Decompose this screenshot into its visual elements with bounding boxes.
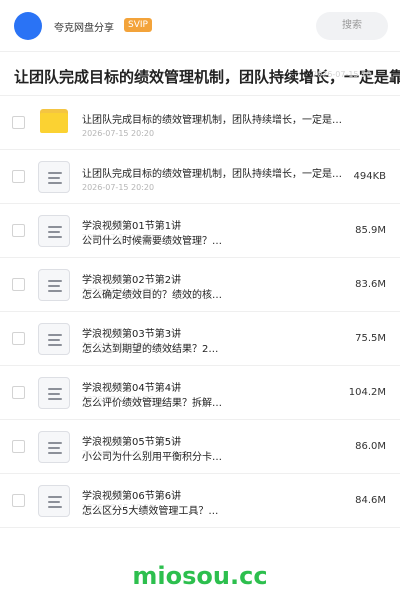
file-name: 让团队完成目标的绩效管理机制，团队持续增长，一定是… <box>82 169 342 180</box>
file-size: 86.0M <box>355 441 386 452</box>
row-checkbox[interactable] <box>12 332 25 345</box>
file-size: 84.6M <box>355 495 386 506</box>
svip-badge: SVIP <box>124 18 152 32</box>
share-date: 2026-07-15 20 <box>312 70 372 79</box>
avatar[interactable] <box>14 12 42 40</box>
row-checkbox[interactable] <box>12 278 25 291</box>
row-checkbox[interactable] <box>12 494 25 507</box>
file-name: 学浪视频第04节第4讲 <box>82 383 182 394</box>
app-name: 夸克网盘分享 <box>54 23 114 34</box>
file-date: 2026-07-15 20:20 <box>82 129 155 138</box>
list-item[interactable]: 让团队完成目标的绩效管理机制，团队持续增长，一定是… 2026-07-15 20… <box>0 96 400 150</box>
list-item[interactable]: 学浪视频第06节第6讲 2026-07-15 20:20 怎么区分5大绩效管理工… <box>0 474 400 528</box>
file-size: 85.9M <box>355 225 386 236</box>
list-item[interactable]: 学浪视频第01节第1讲 2026-07-15 20:20 公司什么时候需要绩效管… <box>0 204 400 258</box>
file-name: 学浪视频第05节第5讲 <box>82 437 182 448</box>
file-size: 75.5M <box>355 333 386 344</box>
file-size: 83.6M <box>355 279 386 290</box>
top-bar: 夸克网盘分享 SVIP 搜索 <box>0 0 400 52</box>
file-size: 104.2M <box>348 387 386 398</box>
search-button[interactable]: 搜索 <box>316 12 388 40</box>
list-item[interactable]: 学浪视频第03节第3讲 2026-07-15 20:20 怎么达到期望的绩效结果… <box>0 312 400 366</box>
folder-icon <box>40 109 68 133</box>
video-file-icon <box>38 323 70 355</box>
list-item[interactable]: 学浪视频第04节第4讲 2026-07-15 20:20 怎么评价绩效管理结果？… <box>0 366 400 420</box>
file-name: 学浪视频第01节第1讲 <box>82 221 182 232</box>
file-subtitle: 怎么评价绩效管理结果？拆解… <box>82 398 222 409</box>
file-name: 学浪视频第03节第3讲 <box>82 329 182 340</box>
row-checkbox[interactable] <box>12 440 25 453</box>
row-checkbox[interactable] <box>12 170 25 183</box>
file-name: 学浪视频第06节第6讲 <box>82 491 182 502</box>
list-item[interactable]: 学浪视频第05节第5讲 2026-07-15 20:20 小公司为什么别用平衡积… <box>0 420 400 474</box>
video-file-icon <box>38 377 70 409</box>
row-checkbox[interactable] <box>12 224 25 237</box>
file-subtitle: 怎么达到期望的绩效结果？2… <box>82 344 219 355</box>
file-subtitle: 怎么区分5大绩效管理工具？… <box>82 506 219 517</box>
list-item[interactable]: 学浪视频第02节第2讲 2026-07-15 20:20 怎么确定绩效目的？绩效… <box>0 258 400 312</box>
file-subtitle: 公司什么时候需要绩效管理？… <box>82 236 222 247</box>
video-file-icon <box>38 485 70 517</box>
file-name: 让团队完成目标的绩效管理机制，团队持续增长，一定是… <box>82 115 342 126</box>
file-subtitle: 小公司为什么别用平衡积分卡… <box>82 452 222 463</box>
row-checkbox[interactable] <box>12 116 25 129</box>
file-name: 学浪视频第02节第2讲 <box>82 275 182 286</box>
watermark: miosou.cc <box>132 562 268 590</box>
file-list: 让团队完成目标的绩效管理机制，团队持续增长，一定是… 2026-07-15 20… <box>0 96 400 528</box>
file-subtitle: 怎么确定绩效目的？绩效的核… <box>82 290 222 301</box>
row-checkbox[interactable] <box>12 386 25 399</box>
file-date: 2026-07-15 20:20 <box>82 183 155 192</box>
file-size: 494KB <box>353 171 386 182</box>
video-file-icon <box>38 269 70 301</box>
video-file-icon <box>38 431 70 463</box>
list-item[interactable]: 让团队完成目标的绩效管理机制，团队持续增长，一定是… 2026-07-15 20… <box>0 150 400 204</box>
video-file-icon <box>38 215 70 247</box>
document-icon <box>38 161 70 193</box>
